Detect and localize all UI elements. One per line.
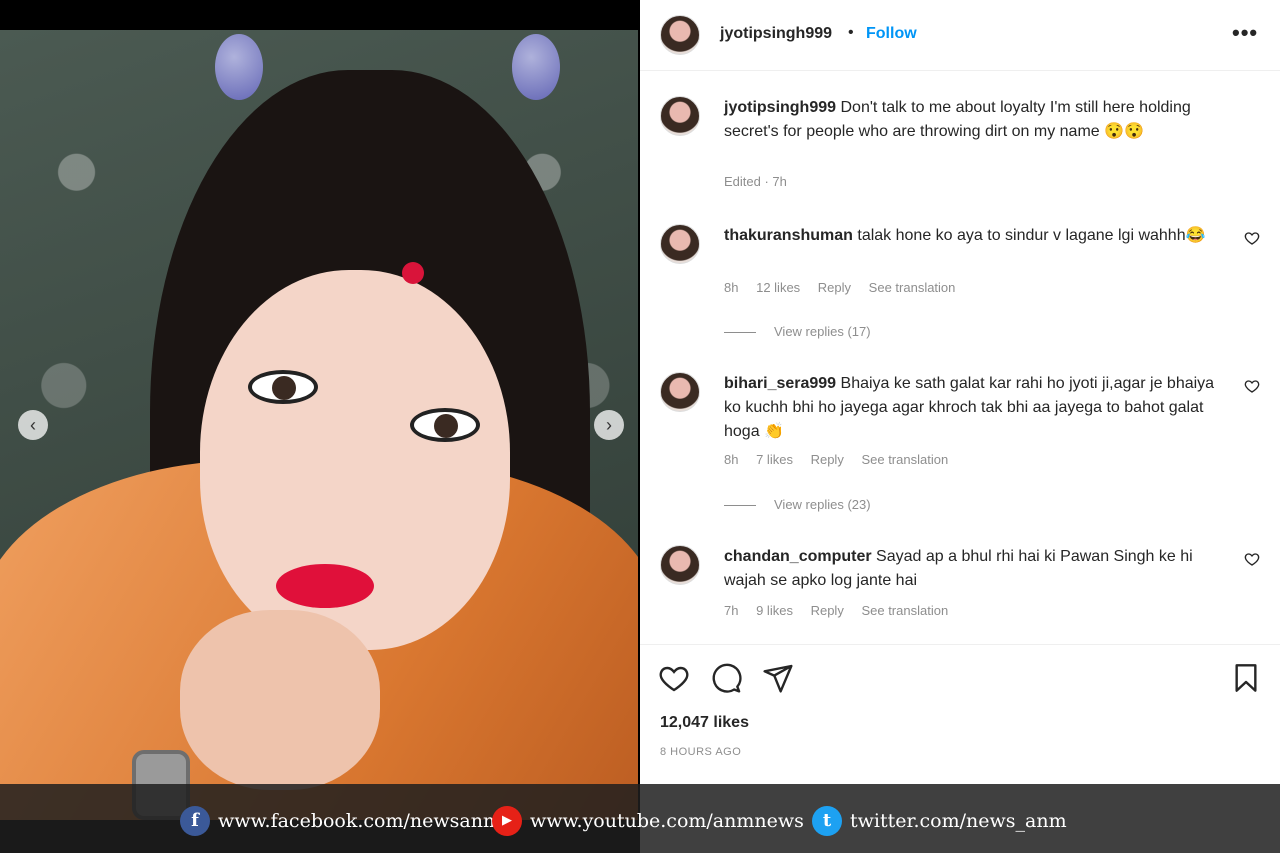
avatar[interactable] <box>660 372 700 412</box>
follow-button[interactable]: Follow <box>866 25 917 43</box>
comment-meta: 7h 9 likes Reply See translation <box>724 603 962 618</box>
see-translation-button[interactable]: See translation <box>869 280 956 295</box>
comment-time: 8h <box>724 452 739 467</box>
like-heart-icon[interactable] <box>658 662 690 694</box>
comment-username[interactable]: bihari_sera999 <box>724 375 836 392</box>
comment-bubble-icon[interactable] <box>710 662 742 694</box>
heart-icon[interactable] <box>1244 378 1260 394</box>
caption-edited: Edited · 7h <box>724 174 787 189</box>
comment-username[interactable]: chandan_computer <box>724 548 872 565</box>
twitter-url: twitter.com/news_anm <box>850 810 1067 832</box>
comment-likes[interactable]: 9 likes <box>756 603 793 618</box>
header-username[interactable]: jyotipsingh999 <box>720 25 832 43</box>
comment-username[interactable]: thakuranshuman <box>724 227 853 244</box>
post-side-panel: jyotipsingh999 • Follow ••• jyotipsingh9… <box>640 0 1280 853</box>
separator-dot: • <box>848 24 854 41</box>
reply-button[interactable]: Reply <box>811 452 844 467</box>
comment-likes[interactable]: 7 likes <box>756 452 793 467</box>
twitter-link[interactable]: t twitter.com/news_anm <box>812 806 1082 838</box>
photo-hand <box>180 610 380 790</box>
twitter-icon: t <box>812 806 842 836</box>
photo-eye <box>248 370 318 404</box>
avatar[interactable] <box>660 224 700 264</box>
divider <box>640 70 1280 71</box>
facebook-icon: f <box>180 806 210 836</box>
reply-button[interactable]: Reply <box>818 280 851 295</box>
avatar[interactable] <box>660 545 700 585</box>
facebook-link[interactable]: f www.facebook.com/newsanm <box>180 806 501 838</box>
share-send-icon[interactable] <box>762 662 794 694</box>
avatar[interactable] <box>660 15 700 55</box>
heart-icon[interactable] <box>1244 551 1260 567</box>
photo-bindi <box>402 262 424 284</box>
reply-line <box>724 505 756 507</box>
divider <box>640 644 1280 645</box>
photo-decoration <box>512 34 560 100</box>
instagram-post: ‹ › jyotipsingh999 • Follow ••• jyotipsi… <box>0 0 1280 853</box>
chevron-right-icon[interactable]: › <box>594 410 624 440</box>
post-photo[interactable] <box>0 30 638 820</box>
caption-text: jyotipsingh999 Don't talk to me about lo… <box>724 96 1244 144</box>
reply-line <box>724 332 756 334</box>
avatar[interactable] <box>660 96 700 136</box>
see-translation-button[interactable]: See translation <box>861 603 948 618</box>
photo-eye <box>410 408 480 442</box>
comment-text: thakuranshuman talak hone ko aya to sind… <box>724 224 1234 248</box>
view-replies-button[interactable]: View replies (17) <box>724 324 871 339</box>
photo-lips <box>276 564 374 608</box>
comment-body: talak hone ko aya to sindur v lagane lgi… <box>857 227 1206 244</box>
comment-time: 8h <box>724 280 739 295</box>
social-links-bar: f www.facebook.com/newsanm ▶ www.youtube… <box>0 784 1280 853</box>
comment-meta: 8h 7 likes Reply See translation <box>724 452 962 467</box>
youtube-link[interactable]: ▶ www.youtube.com/anmnews <box>492 806 804 838</box>
post-header: jyotipsingh999 • Follow ••• <box>640 0 1280 70</box>
photo-decoration <box>215 34 263 100</box>
youtube-url: www.youtube.com/anmnews <box>530 810 804 832</box>
view-replies-label: View replies (17) <box>774 324 871 339</box>
comment-text: bihari_sera999 Bhaiya ke sath galat kar … <box>724 372 1234 444</box>
view-replies-button[interactable]: View replies (23) <box>724 497 871 512</box>
comment-time: 7h <box>724 603 739 618</box>
comment-likes[interactable]: 12 likes <box>756 280 800 295</box>
comment-meta: 8h 12 likes Reply See translation <box>724 280 969 295</box>
caption-username[interactable]: jyotipsingh999 <box>724 99 836 116</box>
comment-text: chandan_computer Sayad ap a bhul rhi hai… <box>724 545 1234 593</box>
reply-button[interactable]: Reply <box>811 603 844 618</box>
more-options-icon[interactable]: ••• <box>1232 20 1258 46</box>
youtube-icon: ▶ <box>492 806 522 836</box>
likes-count[interactable]: 12,047 likes <box>660 714 749 732</box>
view-replies-label: View replies (23) <box>774 497 871 512</box>
see-translation-button[interactable]: See translation <box>861 452 948 467</box>
facebook-url: www.facebook.com/newsanm <box>218 810 501 832</box>
bookmark-icon[interactable] <box>1230 662 1262 694</box>
action-bar <box>640 656 1280 700</box>
heart-icon[interactable] <box>1244 230 1260 246</box>
chevron-left-icon[interactable]: ‹ <box>18 410 48 440</box>
post-time: 8 HOURS AGO <box>660 746 742 758</box>
